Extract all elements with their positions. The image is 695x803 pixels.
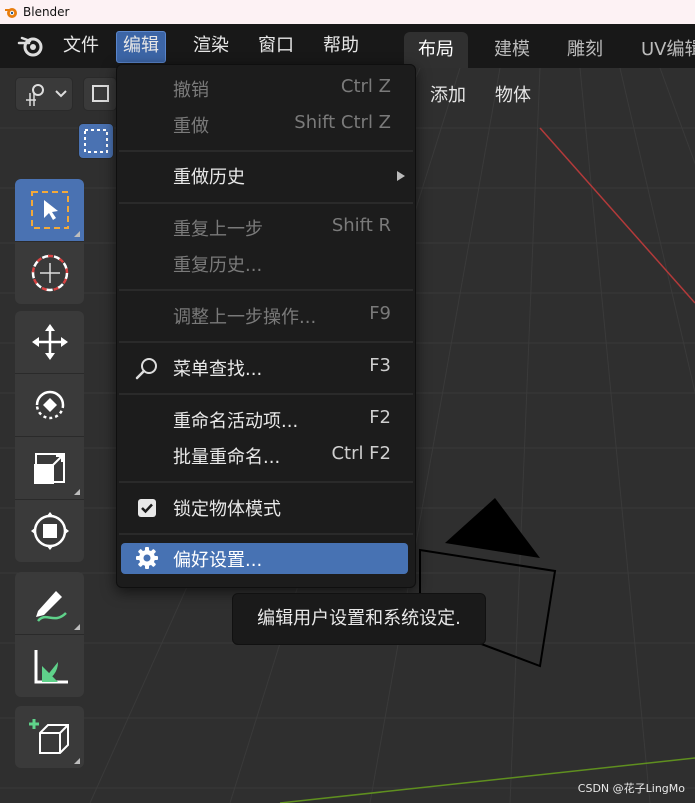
menu-item-label: 重命名活动项... bbox=[173, 411, 299, 432]
menu-item-shortcut: F2 bbox=[369, 407, 391, 428]
menu-item-label: 重做历史 bbox=[173, 167, 245, 188]
menu-item-label: 重复上一步 bbox=[173, 219, 263, 240]
menu-edit[interactable]: 编辑 bbox=[116, 31, 166, 63]
object-mode-icon bbox=[26, 84, 67, 106]
window-titlebar: Blender bbox=[0, 0, 695, 24]
menu-item-label: 批量重命名... bbox=[173, 447, 281, 468]
menu-separator bbox=[119, 481, 413, 483]
menu-item-adjust-last[interactable]: 调整上一步操作... F9 bbox=[117, 298, 415, 332]
toolbar-group-annotate bbox=[15, 572, 84, 697]
menu-file[interactable]: 文件 bbox=[57, 31, 105, 61]
blender-logo-icon bbox=[5, 8, 17, 18]
toolbar-group-select bbox=[15, 179, 84, 304]
top-menu-bar: 文件 编辑 渲染 窗口 帮助 布局 建模 雕刻 UV编辑 bbox=[0, 24, 695, 68]
x-axis-line bbox=[539, 127, 695, 304]
menu-item-shortcut: Ctrl Z bbox=[340, 76, 391, 97]
tab-modeling[interactable]: 建模 bbox=[480, 32, 544, 68]
tool-cursor[interactable] bbox=[15, 242, 84, 304]
menu-item-shortcut: Shift Ctrl Z bbox=[294, 112, 391, 133]
window-title: Blender bbox=[23, 5, 70, 19]
menu-item-label: 偏好设置... bbox=[173, 550, 263, 571]
menu-separator bbox=[119, 289, 413, 291]
menu-item-label: 重做 bbox=[173, 116, 209, 137]
menu-item-repeat-history[interactable]: 重复历史... bbox=[117, 246, 415, 280]
menu-item-redo[interactable]: 重做 Shift Ctrl Z bbox=[117, 107, 415, 141]
tool-scale[interactable] bbox=[15, 437, 84, 500]
menu-separator bbox=[119, 150, 413, 152]
menu-item-repeat-last[interactable]: 重复上一步 Shift R bbox=[117, 210, 415, 244]
annotate-icon bbox=[35, 591, 67, 622]
menu-item-preferences[interactable]: 偏好设置... bbox=[121, 543, 408, 574]
gear-icon bbox=[136, 547, 158, 569]
menu-help[interactable]: 帮助 bbox=[317, 31, 365, 61]
watermark: CSDN @花子LingMo bbox=[577, 782, 685, 795]
tool-rotate[interactable] bbox=[15, 374, 84, 437]
tab-uv-editing[interactable]: UV编辑 bbox=[627, 32, 695, 68]
tab-sculpting[interactable]: 雕刻 bbox=[553, 32, 617, 68]
search-icon bbox=[135, 358, 157, 380]
menu-item-rename-active[interactable]: 重命名活动项... F2 bbox=[117, 402, 415, 436]
scale-icon bbox=[33, 453, 65, 484]
cursor-icon bbox=[31, 254, 68, 292]
menu-item-batch-rename[interactable]: 批量重命名... Ctrl F2 bbox=[117, 438, 415, 472]
tool-annotate[interactable] bbox=[15, 572, 84, 635]
select-mode-button[interactable] bbox=[83, 77, 117, 111]
menu-window[interactable]: 窗口 bbox=[252, 31, 300, 61]
tab-layout[interactable]: 布局 bbox=[404, 32, 468, 68]
toolbar-group-transform bbox=[15, 311, 84, 562]
checkbox-checked-icon[interactable] bbox=[135, 496, 159, 520]
submenu-arrow-icon bbox=[397, 171, 405, 181]
menu-item-undo-history[interactable]: 重做历史 bbox=[117, 158, 415, 192]
menu-item-label: 菜单查找... bbox=[173, 359, 263, 380]
menu-item-shortcut: F3 bbox=[369, 355, 391, 376]
menu-item-menu-search[interactable]: 菜单查找... F3 bbox=[117, 350, 415, 384]
menu-item-undo[interactable]: 撤销 Ctrl Z bbox=[117, 71, 415, 105]
menu-separator bbox=[119, 202, 413, 204]
viewport-menu-add[interactable]: 添加 bbox=[430, 81, 466, 107]
menu-separator bbox=[119, 341, 413, 343]
toolbar-group-add bbox=[15, 706, 84, 768]
menu-item-label: 撤销 bbox=[173, 80, 209, 101]
blender-menu-icon[interactable] bbox=[17, 34, 47, 58]
add-cube-icon bbox=[28, 719, 69, 754]
menu-item-label: 调整上一步操作... bbox=[173, 307, 317, 328]
menu-item-lock-object-modes[interactable]: 锁定物体模式 bbox=[117, 490, 415, 524]
move-icon bbox=[31, 324, 68, 360]
measure-icon bbox=[34, 650, 68, 684]
mode-selector[interactable] bbox=[15, 77, 73, 111]
menu-item-label: 重复历史... bbox=[173, 255, 263, 276]
menu-separator bbox=[119, 533, 413, 535]
menu-item-shortcut: Shift R bbox=[331, 215, 391, 236]
menu-separator bbox=[119, 393, 413, 395]
tool-measure[interactable] bbox=[15, 635, 84, 697]
menu-item-shortcut: F9 bbox=[369, 303, 391, 324]
tool-move[interactable] bbox=[15, 311, 84, 374]
menu-item-shortcut: Ctrl F2 bbox=[331, 443, 391, 464]
select-box-icon bbox=[92, 85, 109, 102]
menu-item-label: 锁定物体模式 bbox=[173, 499, 281, 520]
menu-render[interactable]: 渲染 bbox=[187, 31, 235, 61]
transform-icon bbox=[30, 512, 69, 550]
select-box-icon bbox=[30, 191, 69, 229]
select-new-icon bbox=[84, 129, 108, 153]
tool-select-box[interactable] bbox=[15, 179, 84, 242]
viewport-menu-object[interactable]: 物体 bbox=[495, 81, 531, 107]
tool-transform[interactable] bbox=[15, 500, 84, 562]
rotate-icon bbox=[35, 390, 64, 420]
select-new-button[interactable] bbox=[78, 123, 114, 159]
tooltip: 编辑用户设置和系统设定. bbox=[232, 593, 486, 645]
edit-menu-dropdown: 撤销 Ctrl Z 重做 Shift Ctrl Z 重做历史 重复上一步 Shi… bbox=[116, 64, 416, 588]
tool-add-cube[interactable] bbox=[15, 706, 84, 768]
